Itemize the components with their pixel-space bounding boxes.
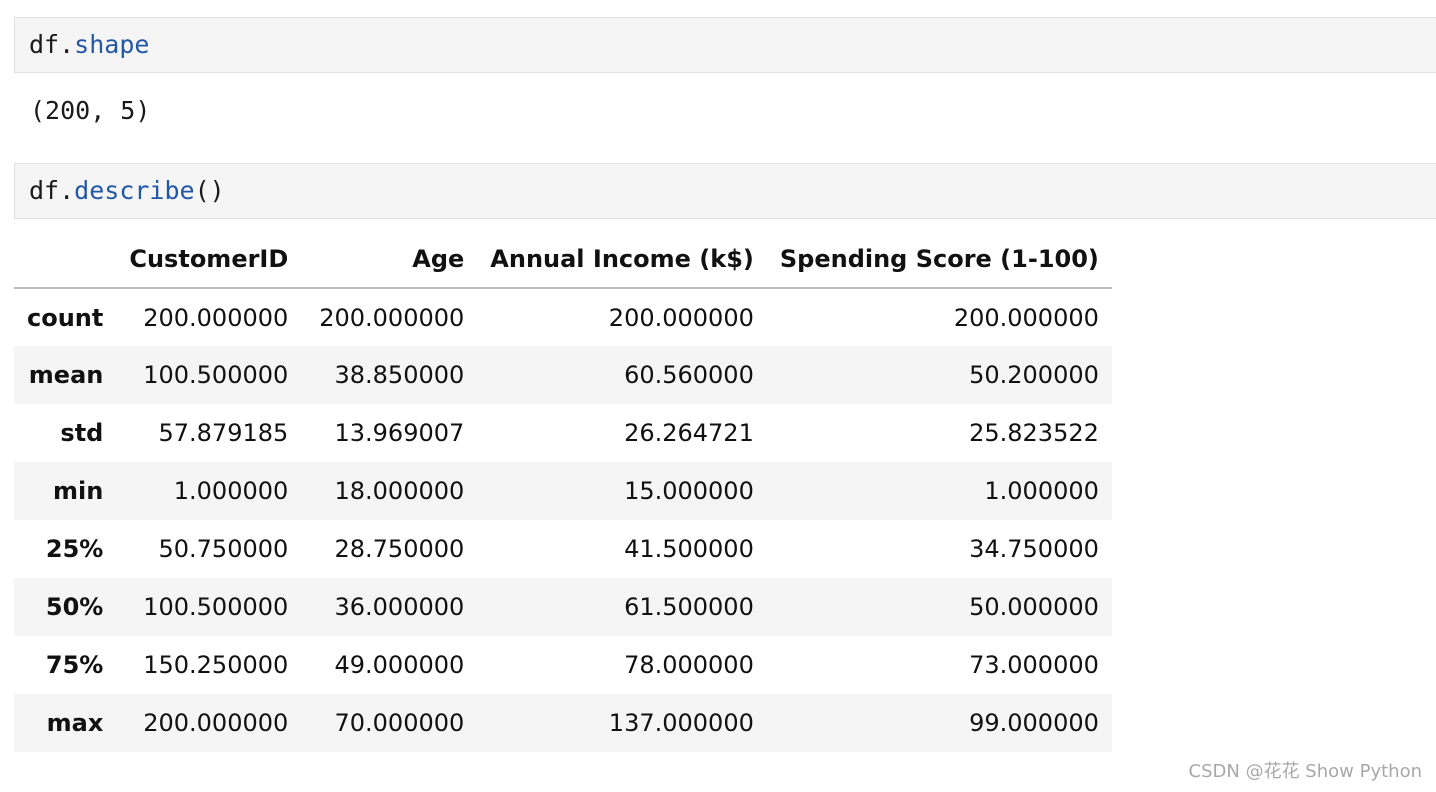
code-cell-shape[interactable]: df.shape [14,17,1436,73]
table-row: 75% 150.250000 49.000000 78.000000 73.00… [14,636,1112,694]
table-cell: 15.000000 [624,477,754,505]
table-cell: 99.000000 [969,709,1099,737]
row-label: mean [28,361,104,389]
table-cell: 34.750000 [969,535,1099,563]
describe-output-table: CustomerID Age Annual Income (k$) Spendi… [14,230,1112,752]
column-header: Annual Income (k$) [477,230,767,289]
row-label: max [46,709,104,737]
row-label: std [60,419,104,447]
code-dot: . [59,176,75,205]
code-method: describe [74,176,195,205]
table-cell: 150.250000 [143,651,289,679]
row-label: min [53,477,104,505]
table-cell: 41.500000 [624,535,754,563]
table-cell: 26.264721 [624,419,754,447]
table-cell: 100.500000 [143,361,289,389]
table-row: std 57.879185 13.969007 26.264721 25.823… [14,404,1112,462]
column-header: Age [301,230,478,289]
table-cell: 13.969007 [334,419,465,447]
table-cell: 60.560000 [624,361,754,389]
table-cell: 1.000000 [984,477,1099,505]
row-label: count [27,303,104,332]
table-cell: 18.000000 [334,477,465,505]
column-header: CustomerID [116,230,302,289]
table-row: count 200.000000 200.000000 200.000000 2… [14,288,1112,346]
code-input-describe[interactable]: df.describe() [29,176,225,206]
table-header-row: CustomerID Age Annual Income (k$) Spendi… [14,230,1112,289]
table-row: mean 100.500000 38.850000 60.560000 50.2… [14,346,1112,404]
table-cell: 38.850000 [334,361,465,389]
row-label: 25% [45,535,104,563]
table-row: max 200.000000 70.000000 137.000000 99.0… [14,694,1112,752]
table-cell: 50.750000 [158,535,289,563]
output-shape: (200, 5) [30,96,151,125]
table-cell: 57.879185 [158,419,289,447]
code-cell-describe[interactable]: df.describe() [14,163,1436,219]
table-cell: 50.000000 [969,593,1099,621]
row-label: 50% [45,593,104,621]
table-cell: 25.823522 [969,419,1099,447]
table-cell: 36.000000 [334,593,465,621]
code-call-parens: () [194,176,225,205]
table-cell: 100.500000 [143,593,289,621]
table-cell: 200.000000 [143,709,289,737]
table-cell: 78.000000 [624,651,754,679]
table-cell: 49.000000 [334,651,465,679]
code-object: df [29,30,60,59]
table-cell: 50.200000 [969,361,1099,389]
table-cell: 70.000000 [334,709,465,737]
table-cell: 200.000000 [608,303,754,332]
code-attribute: shape [74,30,150,59]
code-input-shape[interactable]: df.shape [29,30,149,60]
index-header [14,230,117,289]
table-cell: 73.000000 [969,651,1099,679]
watermark: CSDN @花花 Show Python [1188,761,1422,782]
table-cell: 61.500000 [624,593,754,621]
table-cell: 200.000000 [953,303,1099,332]
table-cell: 200.000000 [319,303,465,332]
table-row: 50% 100.500000 36.000000 61.500000 50.00… [14,578,1112,636]
code-dot: . [59,30,75,59]
table-cell: 28.750000 [334,535,465,563]
table-row: min 1.000000 18.000000 15.000000 1.00000… [14,462,1112,520]
code-object: df [29,176,60,205]
table-cell: 1.000000 [173,477,289,505]
column-header: Spending Score (1-100) [766,230,1112,289]
table-cell: 200.000000 [143,303,289,332]
table-row: 25% 50.750000 28.750000 41.500000 34.750… [14,520,1112,578]
row-label: 75% [45,651,104,679]
table-cell: 137.000000 [608,709,754,737]
